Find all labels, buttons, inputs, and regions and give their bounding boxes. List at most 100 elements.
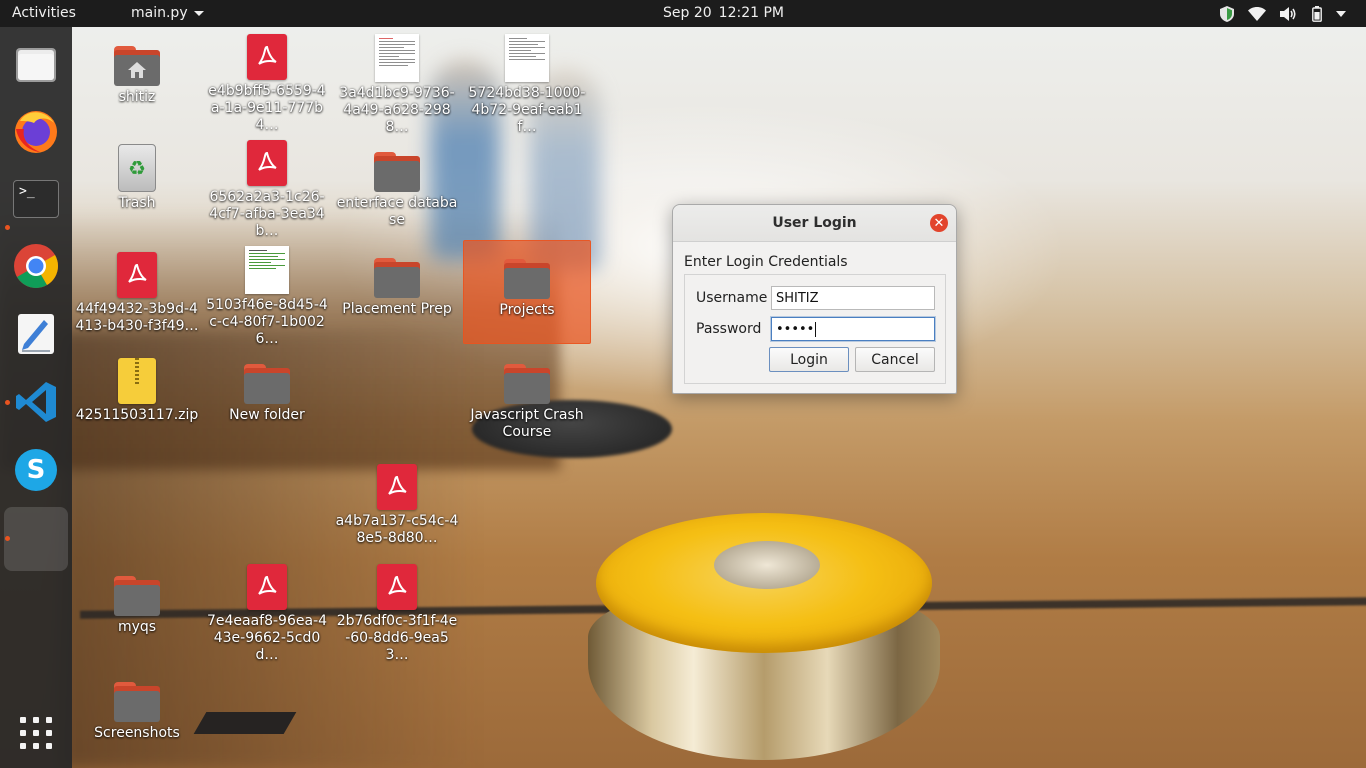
pdf-icon (117, 252, 157, 298)
folder[interactable]: myqs (72, 558, 202, 662)
home-folder[interactable]: shitiz (72, 28, 202, 132)
battery-icon[interactable] (1312, 5, 1322, 22)
skype-glyph: S (15, 449, 57, 491)
skype-icon[interactable]: S (4, 438, 68, 502)
chrome-icon[interactable] (4, 234, 68, 298)
username-value: SHITIZ (776, 290, 819, 306)
icon-label: myqs (117, 619, 157, 635)
pdf-file[interactable]: e4b9bff5-6559-4a-1a-9e11-777b4… (202, 28, 332, 133)
folder-icon (504, 259, 550, 299)
system-tray[interactable] (1220, 4, 1346, 23)
icon-label: 5724bd38-1000-4b72-9eaf-eab1f… (468, 85, 586, 135)
dialog-title: User Login (673, 205, 956, 242)
time-text: 12:21 PM (718, 5, 784, 21)
document-file[interactable]: 5103f46e-8d45-4c-c4-80f7-1b0026… (202, 240, 332, 347)
terminal-icon[interactable]: >_ (4, 167, 68, 231)
folder[interactable]: Javascript Crash Course (462, 346, 592, 450)
folder-icon (114, 576, 160, 616)
icon-label: Javascript Crash Course (470, 407, 584, 440)
folder-icon (504, 364, 550, 404)
home-folder-icon (114, 46, 160, 86)
running-indicator (5, 536, 10, 541)
text-editor-icon[interactable] (4, 302, 68, 366)
top-bar: Activities main.py Sep 20 12:21 PM (0, 0, 1366, 27)
password-label: Password (696, 321, 762, 337)
icon-label: 44f49432-3b9d-4413-b430-f3f49… (75, 301, 199, 334)
folder-icon (374, 258, 420, 298)
icon-label: 7e4eaaf8-96ea-443e-9662-5cd0d… (206, 613, 328, 663)
python-app-window[interactable] (4, 507, 68, 571)
icon-label: a4b7a137-c54c-48e5-8d80… (335, 513, 459, 546)
icon-label: 42511503117.zip (75, 407, 199, 423)
document-file[interactable]: 5724bd38-1000-4b72-9eaf-eab1f… (462, 28, 592, 135)
password-field[interactable]: ••••• (771, 317, 935, 341)
app-menu-label: main.py (131, 5, 188, 21)
icon-label: 3a4d1bc9-9736-4a49-a628-2988… (339, 85, 455, 135)
document-file[interactable]: 3a4d1bc9-9736-4a49-a628-2988… (332, 28, 462, 135)
folder-icon (114, 682, 160, 722)
pdf-icon (247, 34, 287, 80)
running-indicator (5, 400, 10, 405)
power-menu-icon[interactable] (1336, 10, 1346, 18)
icon-label: e4b9bff5-6559-4a-1a-9e11-777b4… (208, 83, 326, 133)
password-value: ••••• (776, 321, 815, 337)
pdf-icon (247, 564, 287, 610)
trash[interactable]: ♻ Trash (72, 134, 202, 238)
zip-archive-icon (118, 358, 156, 404)
username-field[interactable]: SHITIZ (771, 286, 935, 310)
document-thumbnail-icon (505, 34, 549, 82)
icon-label: New folder (229, 407, 305, 423)
pdf-icon (377, 564, 417, 610)
cancel-button[interactable]: Cancel (855, 347, 935, 372)
folder-icon (244, 364, 290, 404)
icon-label: shitiz (118, 89, 156, 105)
icon-label: Placement Prep (342, 301, 452, 317)
vscode-icon[interactable] (4, 370, 68, 434)
firefox-icon[interactable] (4, 99, 68, 163)
username-label: Username (696, 290, 768, 306)
pdf-icon (247, 140, 287, 186)
login-dialog: User Login ✕ Enter Login Credentials Use… (672, 204, 957, 394)
chevron-down-icon (193, 10, 204, 16)
document-thumbnail-icon (245, 246, 289, 294)
show-applications-icon[interactable] (20, 717, 52, 749)
pdf-file[interactable]: 2b76df0c-3f1f-4e-60-8dd6-9ea53… (332, 558, 462, 663)
pdf-icon (377, 464, 417, 510)
pdf-file[interactable]: 6562a2a3-1c26-4cf7-afba-3ea34b… (202, 134, 332, 239)
folder[interactable]: Screenshots (72, 664, 202, 768)
dock: >_ S (0, 27, 72, 768)
icon-label: 6562a2a3-1c26-4cf7-afba-3ea34b… (209, 189, 325, 239)
folder[interactable]: New folder (202, 346, 332, 450)
files-icon[interactable] (4, 32, 68, 96)
text-cursor (815, 321, 817, 337)
wifi-icon[interactable] (1248, 6, 1266, 21)
running-indicator (5, 225, 10, 230)
trash-icon: ♻ (118, 144, 156, 192)
volume-icon[interactable] (1280, 6, 1298, 21)
icon-label: 2b76df0c-3f1f-4e-60-8dd6-9ea53… (336, 613, 458, 663)
zip-file[interactable]: 42511503117.zip (72, 346, 202, 450)
shield-icon[interactable] (1220, 5, 1234, 22)
icon-label: 5103f46e-8d45-4c-c4-80f7-1b0026… (206, 297, 328, 347)
activities-button[interactable]: Activities (12, 5, 76, 21)
document-thumbnail-icon (375, 34, 419, 82)
folder[interactable]: enterface database (332, 134, 462, 238)
icon-label: Projects (499, 302, 555, 318)
icon-label: Trash (118, 195, 156, 211)
close-icon[interactable]: ✕ (930, 214, 948, 232)
icon-label: Screenshots (94, 725, 180, 741)
dialog-heading: Enter Login Credentials (684, 254, 848, 270)
folder-selected[interactable]: Projects (463, 240, 591, 344)
date-text: Sep 20 (663, 5, 712, 21)
folder[interactable]: Placement Prep (332, 240, 462, 344)
credentials-frame: Username SHITIZ Password ••••• Login Can… (684, 274, 946, 384)
clock-button[interactable]: Sep 20 12:21 PM (663, 5, 784, 21)
terminal-glyph: >_ (13, 180, 59, 218)
pdf-file[interactable]: a4b7a137-c54c-48e5-8d80… (332, 452, 462, 556)
login-button[interactable]: Login (769, 347, 849, 372)
icon-label: enterface database (336, 195, 458, 228)
pdf-file[interactable]: 44f49432-3b9d-4413-b430-f3f49… (72, 240, 202, 344)
pdf-file[interactable]: 7e4eaaf8-96ea-443e-9662-5cd0d… (202, 558, 332, 663)
folder-icon (374, 152, 420, 192)
app-menu-button[interactable]: main.py (131, 5, 204, 21)
